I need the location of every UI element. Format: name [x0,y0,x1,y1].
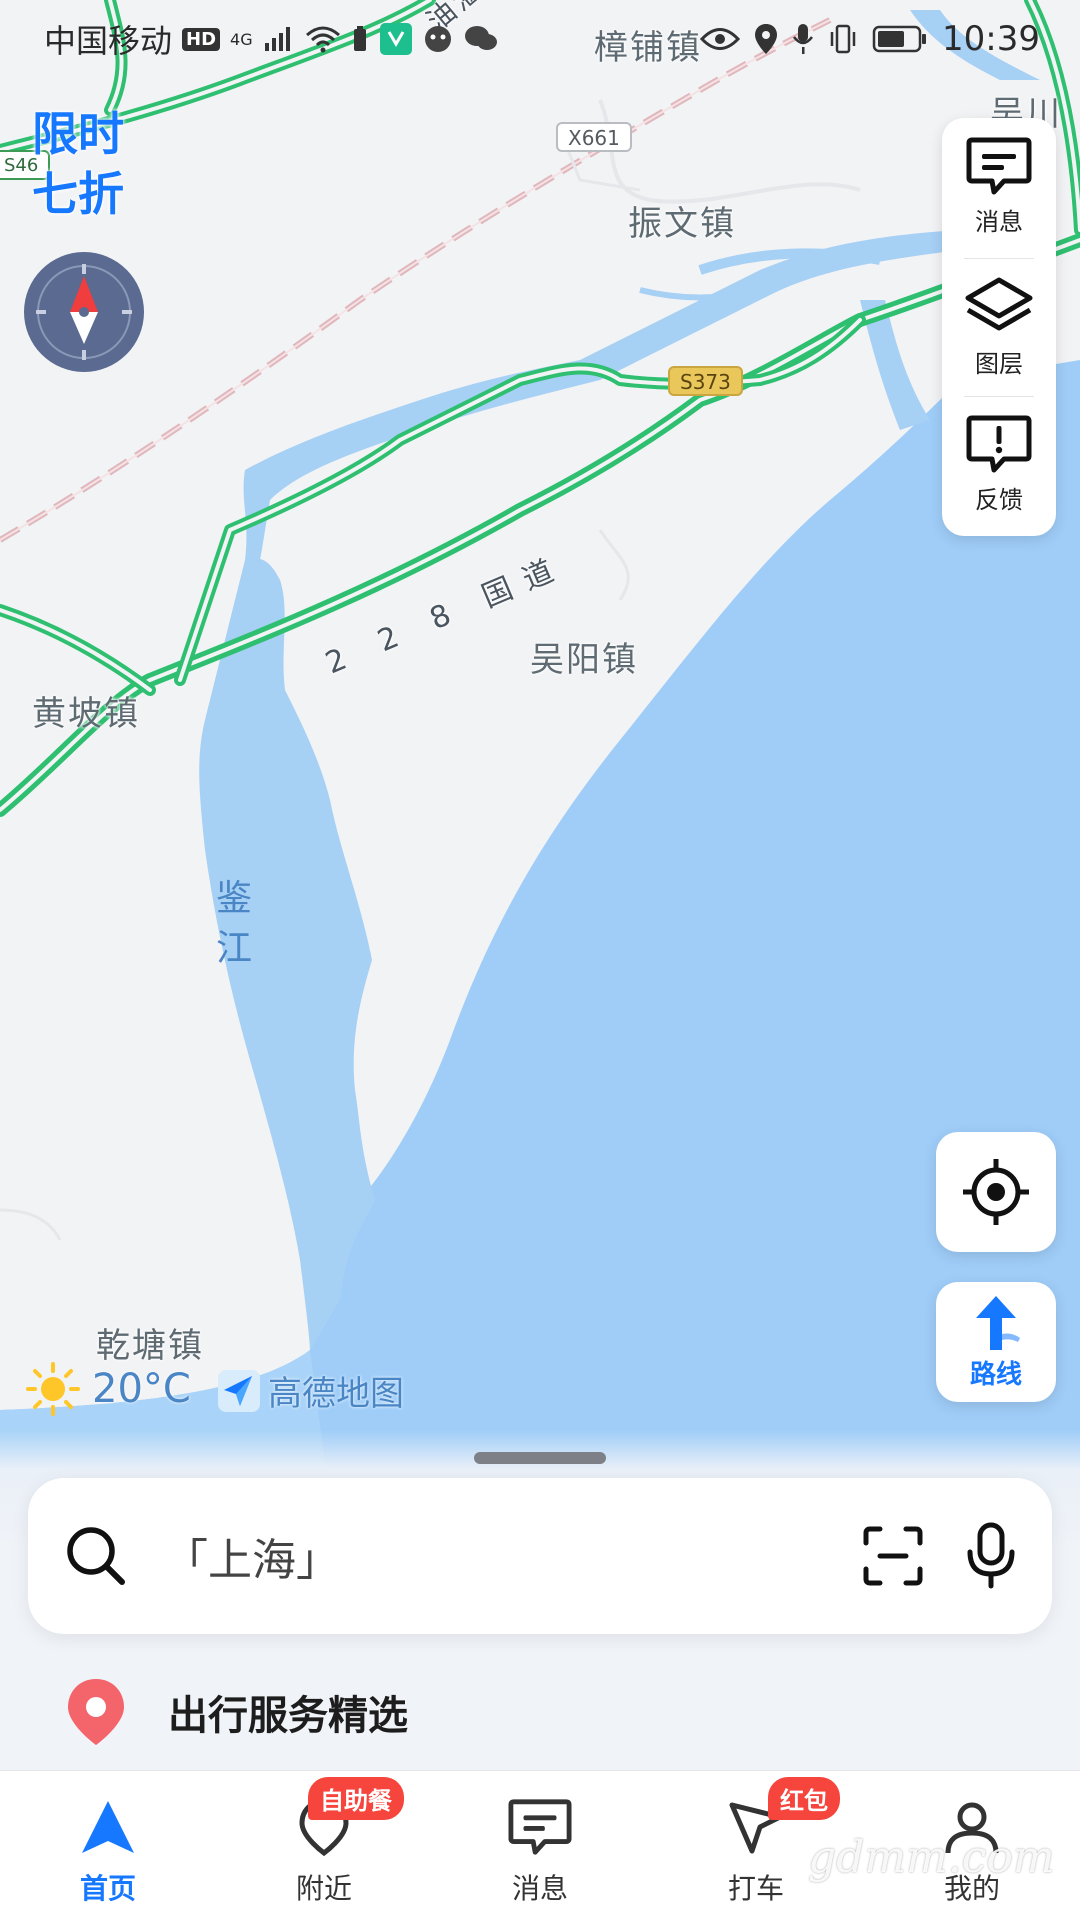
tab-nearby[interactable]: 自助餐 附近 [216,1771,432,1920]
wifi-icon [305,25,341,53]
weather-temperature: 20°C [92,1366,191,1412]
nearby-badge: 自助餐 [308,1777,404,1820]
battery-icon [872,24,928,54]
amap-brand-name: 高德地图 [268,1374,404,1414]
vibrate-icon [828,23,858,55]
tab-taxi-label: 打车 [727,1872,784,1905]
sheet-drag-handle[interactable] [474,1452,606,1464]
tab-messages-label: 消息 [511,1872,568,1905]
place-huangpo[interactable]: 黄坡镇 [32,686,140,735]
tab-messages[interactable]: 消息 [432,1771,648,1920]
promo-line-2: 七折 [32,167,124,221]
route-arrow-icon [976,1295,1020,1350]
locate-me-button[interactable] [936,1132,1056,1252]
map-canvas [0,0,1080,1500]
location-pin-icon [68,1679,124,1745]
location-status-icon [754,23,778,55]
messages-tool-button[interactable]: 消息 [942,118,1056,254]
scan-icon [863,1526,923,1586]
carrier-name: 中国移动 [44,22,173,60]
search-input[interactable]: 「上海」 [164,1524,822,1588]
app-notification-icon [379,22,413,56]
message-icon [966,137,1032,195]
home-navigation-icon [82,1801,134,1853]
scan-button[interactable] [862,1525,924,1587]
feedback-tool-label: 反馈 [975,486,1023,514]
layers-tool-button[interactable]: 图层 [942,258,1056,394]
place-wuyang[interactable]: 吴阳镇 [530,632,638,681]
tab-nearby-label: 附近 [295,1872,352,1905]
message-tab-icon [508,1799,572,1855]
search-bar[interactable]: 「上海」 [28,1478,1052,1634]
route-button[interactable]: 路线 [936,1282,1056,1402]
feedback-tool-button[interactable]: 反馈 [942,396,1056,532]
travel-services-title: 出行服务精选 [168,1693,408,1739]
tab-home-label: 首页 [79,1872,136,1905]
promo-banner[interactable]: 限时 七折 [32,104,142,224]
layers-tool-label: 图层 [975,350,1023,378]
map-tools-panel: 消息 图层 反馈 [942,118,1056,536]
compass-icon [36,264,132,360]
weather-widget[interactable]: 20°C [26,1362,191,1416]
voice-search-button[interactable] [964,1522,1018,1590]
watermark-text: gdmm.com [808,1832,1055,1883]
layers-icon [965,277,1033,331]
place-qiantang[interactable]: 乾塘镇 [96,1318,204,1367]
travel-services-section[interactable]: 出行服务精选 [0,1654,1080,1770]
status-bar: 中国移动 HD 4G 10:39 [0,0,1080,78]
wechat-icon [463,24,499,54]
amap-logo: 高德地图 [218,1366,404,1415]
taxi-badge: 红包 [768,1777,840,1820]
compass-button[interactable] [24,252,144,372]
bottom-sheet: 「上海」 出行服务精选 [0,1430,1080,1770]
microphone-icon [967,1522,1015,1589]
signal-icon [263,25,295,53]
hd-badge: HD [182,27,221,51]
tab-home[interactable]: 首页 [0,1771,216,1920]
crosshair-locate-icon [963,1159,1029,1225]
place-zhenwen[interactable]: 振文镇 [628,196,736,245]
search-icon [67,1527,125,1585]
feedback-icon [966,415,1032,473]
eye-comfort-icon [700,26,741,52]
road-shield-s373: S373 [668,366,743,396]
map-view[interactable]: 樟铺镇 振文镇 吴阳镇 黄坡镇 乾塘镇 吴川 鉴江 2 2 8 国道 油湛 X6… [0,0,1080,1500]
water-jianjiang: 鉴江 [215,878,252,969]
battery-saver-icon [351,25,369,53]
route-button-label: 路线 [969,1359,1022,1390]
microphone-status-icon [792,23,814,55]
amap-home-screen: 樟铺镇 振文镇 吴阳镇 黄坡镇 乾塘镇 吴川 鉴江 2 2 8 国道 油湛 X6… [0,0,1080,1920]
notification-face-icon [423,24,453,54]
clock-time: 10:39 [942,19,1040,59]
network-type: 4G [230,30,253,49]
amap-logo-icon [218,1369,260,1412]
road-shield-x661: X661 [556,122,632,152]
messages-tool-label: 消息 [975,208,1023,236]
promo-line-1: 限时 [32,107,124,161]
sun-icon [26,1362,80,1416]
